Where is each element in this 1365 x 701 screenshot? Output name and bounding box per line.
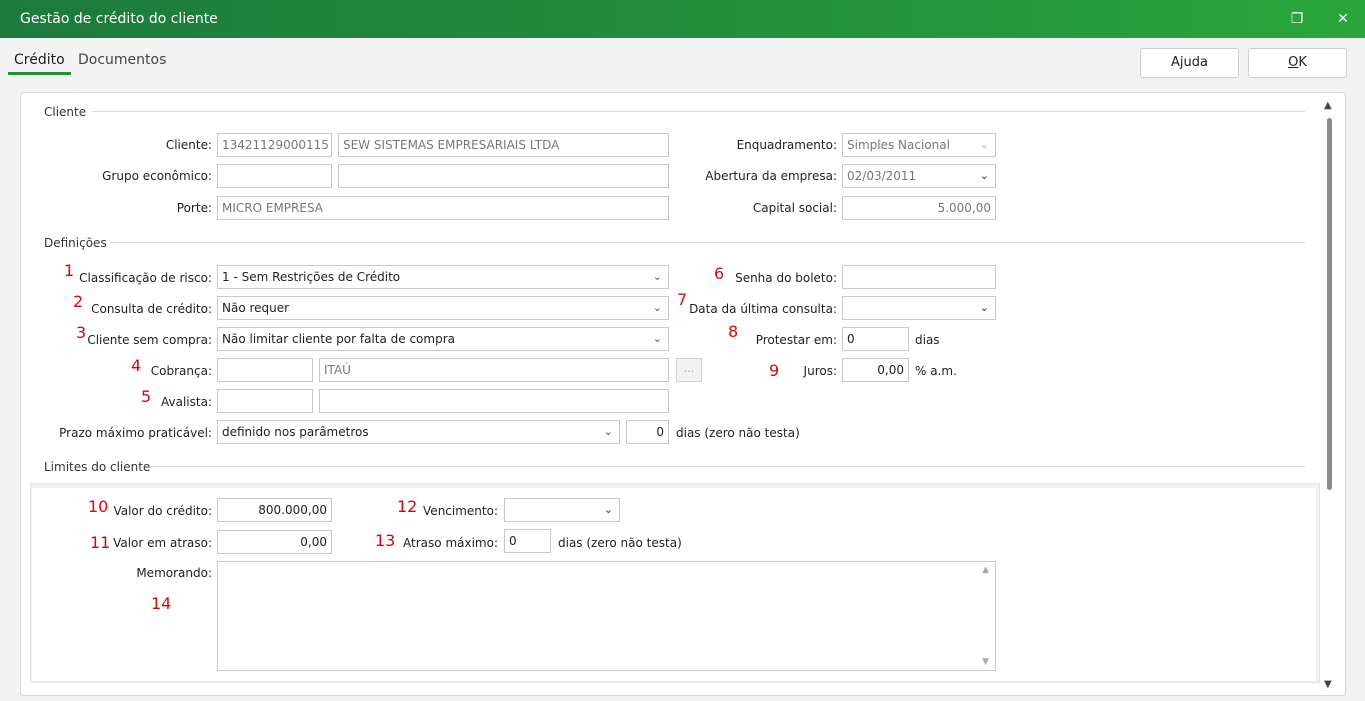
ok-label-rest: K	[1298, 55, 1307, 70]
annotation-number: 13	[375, 531, 396, 550]
ultima-consulta-label: Data da última consulta:	[689, 302, 837, 316]
protestar-label: Protestar em:	[755, 333, 837, 347]
cliente-sem-compra-select[interactable]: Não limitar cliente por falta de compra …	[217, 327, 669, 351]
chevron-down-icon: ⌄	[603, 425, 613, 438]
cliente-code-field[interactable]: 13421129000115	[217, 133, 332, 157]
chevron-down-icon: ⌄	[979, 301, 989, 314]
ultima-consulta-date-picker[interactable]: ⌄	[842, 296, 996, 320]
section-divider	[92, 111, 1305, 112]
scroll-down-arrow-icon[interactable]: ▼	[1324, 679, 1332, 690]
risco-value: 1 - Sem Restrições de Crédito	[222, 270, 401, 284]
cobranca-name-field[interactable]: ITAÚ	[319, 358, 669, 382]
avalista-code-field[interactable]	[217, 389, 313, 413]
abertura-value: 02/03/2011	[847, 169, 917, 183]
valor-credito-label: Valor do crédito:	[113, 504, 212, 518]
chevron-down-icon: ⌄	[652, 332, 662, 345]
consulta-credito-value: Não requer	[222, 301, 290, 315]
abertura-label: Abertura da empresa:	[705, 169, 837, 183]
cliente-name-field[interactable]: SEW SISTEMAS EMPRESARIAIS LTDA	[338, 133, 669, 157]
scrollbar-thumb[interactable]	[1327, 118, 1332, 490]
chevron-down-icon: ⌄	[979, 169, 989, 182]
cliente-sem-compra-label: Cliente sem compra:	[87, 333, 212, 347]
protestar-field[interactable]: 0	[842, 327, 909, 351]
abertura-date-picker[interactable]: 02/03/2011 ⌄	[842, 164, 996, 188]
cobranca-lookup-button[interactable]: ...	[676, 358, 702, 382]
protestar-suffix: dias	[915, 333, 940, 347]
avalista-name-field[interactable]	[319, 389, 669, 413]
help-button[interactable]: Ajuda	[1140, 48, 1239, 78]
avalista-label: Avalista:	[161, 395, 212, 409]
tab-documentos[interactable]: Documentos	[72, 48, 172, 72]
senha-boleto-label: Senha do boleto:	[735, 271, 837, 285]
scroll-up-arrow-icon[interactable]: ▲	[982, 565, 989, 575]
restore-icon[interactable]: ❐	[1287, 9, 1307, 29]
vencimento-label: Vencimento:	[423, 504, 498, 518]
chevron-down-icon: ⌄	[979, 138, 989, 151]
juros-suffix: % a.m.	[915, 364, 957, 378]
prazo-maximo-label: Prazo máximo praticável:	[59, 426, 212, 440]
ok-accelerator: O	[1288, 55, 1299, 70]
memorando-label: Memorando:	[136, 566, 212, 580]
section-divider	[150, 466, 1305, 467]
section-cliente-title: Cliente	[44, 105, 87, 119]
cobranca-label: Cobrança:	[150, 364, 212, 378]
prazo-maximo-value: definido nos parâmetros	[222, 425, 369, 439]
risco-label: Classificação de risco:	[79, 271, 212, 285]
valor-credito-field[interactable]: 800.000,00	[217, 498, 332, 522]
title-bar: Gestão de crédito do cliente ❐ ✕	[0, 0, 1365, 38]
annotation-number: 14	[151, 594, 172, 613]
grupo-name-field[interactable]	[338, 164, 669, 188]
cobranca-code-field[interactable]	[217, 358, 313, 382]
chevron-down-icon: ⌄	[603, 503, 613, 516]
prazo-maximo-select[interactable]: definido nos parâmetros ⌄	[217, 420, 620, 444]
valor-atraso-label: Valor em atraso:	[113, 536, 212, 550]
capital-social-label: Capital social:	[752, 201, 837, 215]
memorando-textarea[interactable]: ▲ ▼	[217, 561, 996, 671]
scroll-down-arrow-icon[interactable]: ▼	[982, 657, 989, 667]
prazo-dias-field[interactable]: 0	[626, 420, 669, 444]
risco-select[interactable]: 1 - Sem Restrições de Crédito ⌄	[217, 265, 669, 289]
consulta-credito-label: Consulta de crédito:	[91, 302, 212, 316]
scroll-up-arrow-icon[interactable]: ▲	[1324, 100, 1332, 111]
senha-boleto-field[interactable]	[842, 265, 996, 289]
ok-button[interactable]: OK	[1248, 48, 1347, 78]
enquadramento-label: Enquadramento:	[736, 138, 837, 152]
cliente-label: Cliente:	[165, 138, 212, 152]
porte-label: Porte:	[176, 201, 212, 215]
section-definicoes-title: Definições	[44, 236, 107, 250]
enquadramento-value: Simples Nacional	[847, 138, 950, 152]
atraso-maximo-suffix: dias (zero não testa)	[558, 536, 682, 550]
porte-field[interactable]: MICRO EMPRESA	[217, 196, 669, 220]
valor-atraso-field[interactable]: 0,00	[217, 530, 332, 554]
consulta-credito-select[interactable]: Não requer ⌄	[217, 296, 669, 320]
section-limites-title: Limites do cliente	[44, 460, 151, 474]
close-icon[interactable]: ✕	[1333, 9, 1353, 29]
enquadramento-select[interactable]: Simples Nacional ⌄	[842, 133, 996, 157]
tab-credito[interactable]: Crédito	[8, 48, 71, 75]
juros-label: Juros:	[803, 364, 837, 378]
grupo-economico-label: Grupo econômico:	[102, 169, 212, 183]
section-divider	[110, 242, 1305, 243]
panel-scrollbar[interactable]: ▲ ▼	[1324, 100, 1336, 690]
prazo-suffix: dias (zero não testa)	[676, 426, 800, 440]
vencimento-select[interactable]: ⌄	[504, 498, 620, 522]
grupo-code-field[interactable]	[217, 164, 332, 188]
atraso-maximo-label: Atraso máximo:	[403, 536, 498, 550]
capital-social-field[interactable]: 5.000,00	[842, 196, 996, 220]
chevron-down-icon: ⌄	[652, 270, 662, 283]
cliente-sem-compra-value: Não limitar cliente por falta de compra	[222, 332, 455, 346]
atraso-maximo-field[interactable]: 0	[504, 529, 551, 553]
window-title: Gestão de crédito do cliente	[20, 11, 218, 27]
juros-field[interactable]: 0,00	[842, 358, 909, 382]
